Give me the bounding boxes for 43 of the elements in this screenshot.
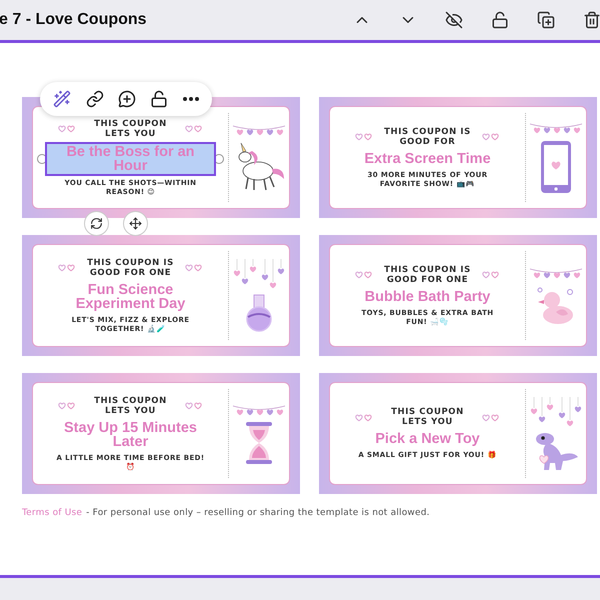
comment-plus-icon: [118, 90, 136, 108]
coupon-heading: THIS COUPON IS GOOD FOR: [383, 126, 472, 146]
hearts-icon: [354, 412, 374, 422]
document-title: e 7 - Love Coupons: [0, 11, 147, 29]
coupon-title[interactable]: Stay Up 15 Minutes Later: [50, 420, 210, 448]
hearts-icon: [354, 270, 374, 279]
coupon-title[interactable]: Fun Science Experiment Day: [50, 282, 210, 310]
coupon-heading: THIS COUPON LETS YOU: [93, 396, 168, 416]
coupon-title[interactable]: Extra Screen Time: [364, 152, 491, 166]
move-icon: [129, 217, 142, 230]
coupon-heading: THIS COUPON LETS YOU: [93, 118, 168, 138]
terms-note: Terms of Use - For personal use only – reselling or sharing the template is not allowed.: [22, 508, 431, 518]
hearts-icon: [481, 412, 501, 422]
lock-icon: [150, 90, 168, 108]
hearts-icon: [57, 401, 77, 410]
hearts-icon: [184, 124, 204, 133]
hearts-icon: [481, 132, 501, 141]
coupon-title[interactable]: Be the Boss for an Hour: [47, 144, 214, 174]
more-button[interactable]: [180, 95, 201, 103]
add-comment-button[interactable]: [116, 88, 138, 110]
hearts-icon: [481, 270, 501, 279]
lock-icon: [491, 11, 509, 29]
coupon-heading: THIS COUPON IS GOOD FOR ONE: [86, 258, 175, 278]
hearts-icon: [184, 263, 204, 272]
coupon-heading: THIS COUPON LETS YOU: [390, 407, 465, 427]
tablet-drawing: [539, 138, 573, 194]
hearts-icon: [57, 124, 77, 133]
magic-wand-icon: [53, 90, 72, 108]
terms-link[interactable]: Terms of Use: [22, 508, 82, 518]
link-icon: [86, 90, 104, 108]
coupon-heading: THIS COUPON IS GOOD FOR ONE: [383, 264, 472, 284]
more-icon: [182, 97, 199, 101]
eye-off-icon: [445, 11, 463, 29]
hearts-icon: [354, 132, 374, 141]
coupon-title[interactable]: Bubble Bath Party: [364, 290, 490, 304]
hourglass-drawing: [244, 420, 274, 464]
hearts-icon: [184, 401, 204, 410]
hearts-icon: [57, 263, 77, 272]
coupon-title[interactable]: Pick a New Toy: [375, 432, 480, 446]
rotate-icon: [90, 217, 103, 230]
dinosaur-drawing: [533, 430, 579, 470]
trash-icon: [583, 11, 600, 29]
copy-plus-icon: [537, 11, 555, 29]
